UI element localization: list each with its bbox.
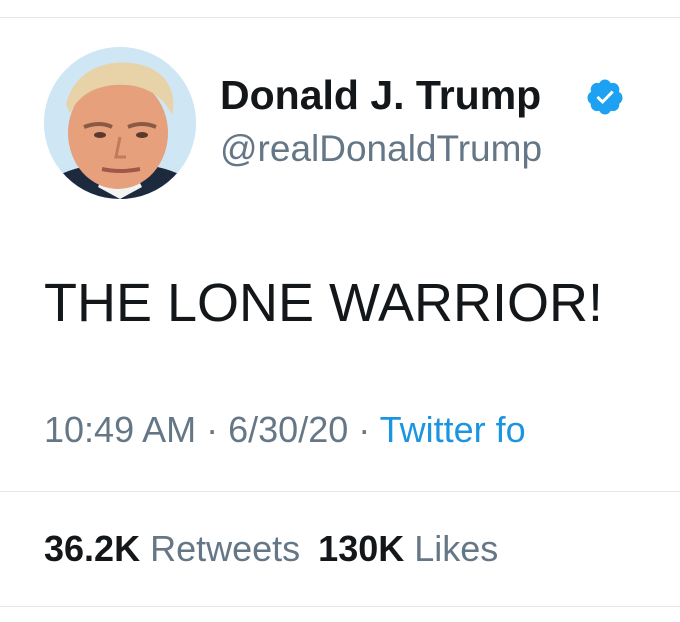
stats-top-divider xyxy=(0,491,680,492)
tweet-date[interactable]: 6/30/20 xyxy=(228,409,348,450)
verified-badge-icon xyxy=(587,79,623,115)
tweet-metadata: 10:49 AM · 6/30/20 · Twitter fo xyxy=(44,408,680,452)
top-divider xyxy=(0,17,680,18)
tweet-time[interactable]: 10:49 AM xyxy=(44,409,196,450)
meta-separator: · xyxy=(206,409,219,450)
tweet-stats: 36.2K Retweets 130K Likes xyxy=(44,527,498,571)
likes-label: Likes xyxy=(414,528,499,569)
tweet-source-link[interactable]: Twitter fo xyxy=(380,409,526,450)
retweets-count: 36.2K xyxy=(44,528,141,569)
retweets-label: Retweets xyxy=(150,528,301,569)
likes-stat[interactable]: 130K Likes xyxy=(318,528,498,569)
stats-bottom-divider xyxy=(0,606,680,607)
avatar[interactable] xyxy=(44,47,196,199)
likes-count: 130K xyxy=(318,528,405,569)
author-handle[interactable]: @realDonaldTrump xyxy=(220,126,542,172)
retweets-stat[interactable]: 36.2K Retweets xyxy=(44,528,300,569)
avatar-portrait-image xyxy=(44,47,196,199)
meta-separator: · xyxy=(358,409,371,450)
author-display-name[interactable]: Donald J. Trump xyxy=(220,70,541,120)
tweet-text: THE LONE WARRIOR! xyxy=(44,273,604,333)
